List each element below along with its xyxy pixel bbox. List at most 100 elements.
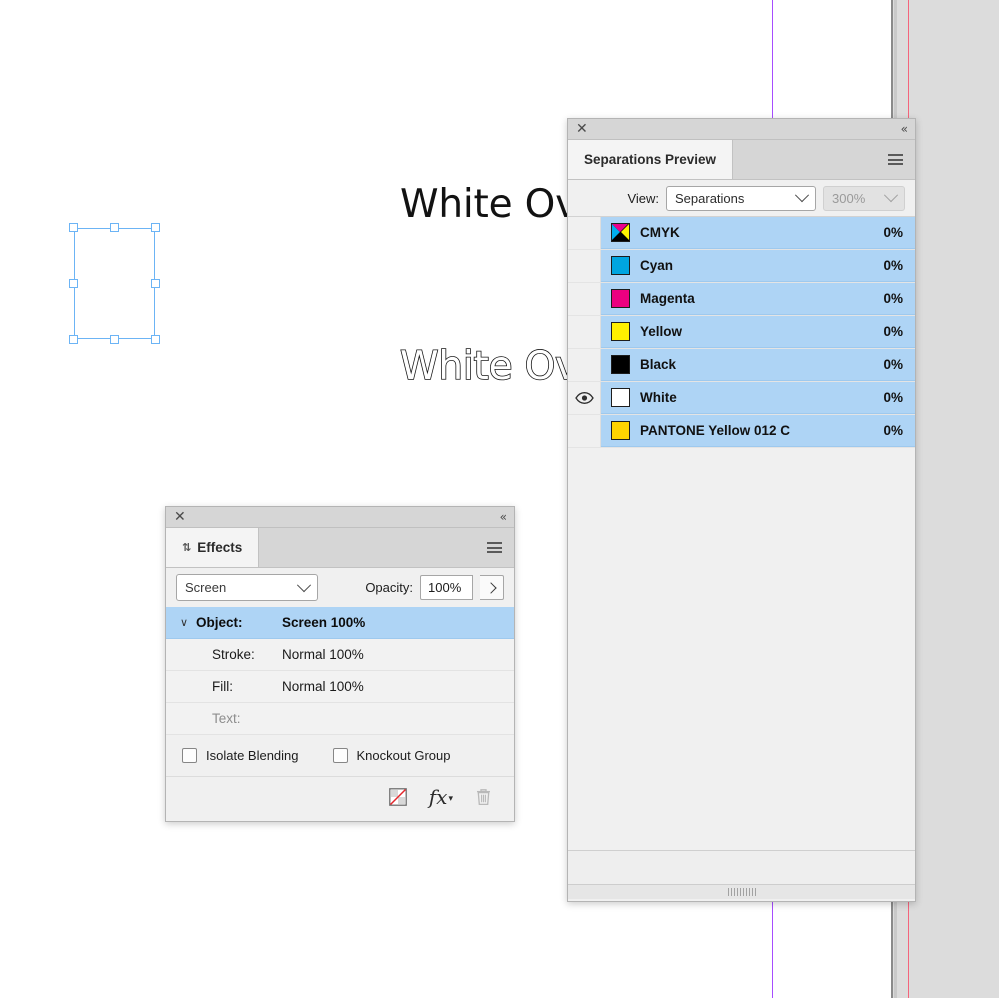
list-item[interactable]: Text: <box>166 703 514 735</box>
ink-limit-zoom-value: 300% <box>832 191 865 206</box>
level-value: Screen 100% <box>282 615 365 630</box>
ink-name: Black <box>640 357 883 372</box>
table-row[interactable]: Black 0% <box>568 349 915 382</box>
opacity-value: 100% <box>428 580 461 595</box>
visibility-toggle[interactable] <box>568 349 601 381</box>
black-swatch-icon <box>611 355 630 374</box>
panel-resize-grip[interactable] <box>568 884 915 899</box>
ink-percent: 0% <box>883 390 903 405</box>
ink-row-body[interactable]: Black 0% <box>601 349 915 381</box>
effects-level-list[interactable]: ∨ Object: Screen 100% Stroke: Normal 100… <box>166 607 514 735</box>
table-row[interactable]: Magenta 0% <box>568 283 915 316</box>
artboard-text-outline[interactable]: White Ov <box>400 344 578 389</box>
chevron-down-icon[interactable]: ∨ <box>180 616 196 629</box>
list-item[interactable]: ∨ Object: Screen 100% <box>166 607 514 639</box>
selection-bounding-box[interactable] <box>74 228 155 339</box>
isolate-blending-label: Isolate Blending <box>206 748 299 763</box>
visibility-toggle[interactable] <box>568 382 601 414</box>
checkbox-icon[interactable] <box>182 748 197 763</box>
ink-name: Yellow <box>640 324 883 339</box>
dock-arrows-icon: ⇅ <box>182 541 191 554</box>
effects-panel-menu-icon[interactable] <box>475 528 514 567</box>
eye-icon <box>575 392 594 404</box>
blend-mode-value: Screen <box>185 580 226 595</box>
selection-handle-top-right[interactable] <box>151 223 160 232</box>
visibility-toggle[interactable] <box>568 316 601 348</box>
table-row[interactable]: PANTONE Yellow 012 C 0% <box>568 415 915 448</box>
ink-limit-zoom-select: 300% <box>823 186 905 211</box>
tab-separations-preview[interactable]: Separations Preview <box>568 140 733 179</box>
blend-mode-select[interactable]: Screen <box>176 574 318 601</box>
separations-empty-area <box>568 448 915 850</box>
level-name: Stroke: <box>212 647 282 662</box>
opacity-input[interactable]: 100% <box>420 575 473 600</box>
table-row[interactable]: Yellow 0% <box>568 316 915 349</box>
visibility-toggle[interactable] <box>568 217 601 249</box>
knockout-group-label: Knockout Group <box>357 748 451 763</box>
ink-row-body[interactable]: White 0% <box>601 382 915 414</box>
selection-handle-bottom-right[interactable] <box>151 335 160 344</box>
selection-handle-middle-left[interactable] <box>69 279 78 288</box>
ink-name: White <box>640 390 883 405</box>
view-mode-select[interactable]: Separations <box>666 186 816 211</box>
chevron-down-icon <box>297 578 311 592</box>
view-mode-value: Separations <box>675 191 744 206</box>
knockout-group-checkbox[interactable]: Knockout Group <box>333 748 451 763</box>
chevron-down-icon <box>884 188 898 202</box>
close-icon[interactable]: ✕ <box>174 510 186 524</box>
level-name: Fill: <box>212 679 282 694</box>
magenta-swatch-icon <box>611 289 630 308</box>
effects-panel[interactable]: ✕ « ⇅ Effects Screen Opacity: 100% ∨ <box>165 506 515 822</box>
opacity-control-group: Opacity: 100% <box>365 575 504 600</box>
view-label: View: <box>627 191 659 206</box>
tab-separations-preview-label: Separations Preview <box>584 152 716 167</box>
ink-percent: 0% <box>883 357 903 372</box>
separations-preview-panel[interactable]: ✕ « Separations Preview View: Separation… <box>567 118 916 902</box>
list-item[interactable]: Stroke: Normal 100% <box>166 639 514 671</box>
clear-effects-icon[interactable] <box>389 788 407 806</box>
ink-name: Cyan <box>640 258 883 273</box>
separations-panel-tabstrip: Separations Preview <box>568 140 915 180</box>
ink-row-body[interactable]: PANTONE Yellow 012 C 0% <box>601 415 915 447</box>
table-row[interactable]: CMYK 0% <box>568 217 915 250</box>
tab-effects[interactable]: ⇅ Effects <box>166 528 259 567</box>
level-name: Object: <box>196 615 282 630</box>
ink-row-body[interactable]: Magenta 0% <box>601 283 915 315</box>
opacity-label: Opacity: <box>365 580 413 595</box>
collapse-icon[interactable]: « <box>500 510 506 524</box>
visibility-toggle[interactable] <box>568 283 601 315</box>
fx-menu-icon[interactable]: fx ▾ <box>429 787 453 807</box>
pantone-swatch-icon <box>611 421 630 440</box>
list-item[interactable]: Fill: Normal 100% <box>166 671 514 703</box>
chevron-down-icon <box>795 188 809 202</box>
table-row[interactable]: White 0% <box>568 382 915 415</box>
separations-panel-menu-icon[interactable] <box>876 140 915 179</box>
ink-row-body[interactable]: Yellow 0% <box>601 316 915 348</box>
separations-ink-list[interactable]: CMYK 0% Cyan 0% Magenta 0% Ye <box>568 216 915 448</box>
collapse-icon[interactable]: « <box>901 122 907 136</box>
table-row[interactable]: Cyan 0% <box>568 250 915 283</box>
selection-handle-bottom-left[interactable] <box>69 335 78 344</box>
artboard-text-solid[interactable]: White Ov <box>400 182 578 227</box>
close-icon[interactable]: ✕ <box>576 122 588 136</box>
opacity-stepper-button[interactable] <box>480 575 504 600</box>
selection-handle-top-center[interactable] <box>110 223 119 232</box>
selection-handle-middle-right[interactable] <box>151 279 160 288</box>
separations-view-controls: View: Separations 300% <box>568 180 915 216</box>
effects-blend-controls: Screen Opacity: 100% <box>166 568 514 607</box>
level-value: Normal 100% <box>282 679 364 694</box>
selection-handle-bottom-center[interactable] <box>110 335 119 344</box>
cyan-swatch-icon <box>611 256 630 275</box>
checkbox-icon[interactable] <box>333 748 348 763</box>
separations-panel-titlebar[interactable]: ✕ « <box>568 119 915 140</box>
visibility-toggle[interactable] <box>568 250 601 282</box>
ink-row-body[interactable]: Cyan 0% <box>601 250 915 282</box>
separations-panel-footer <box>568 850 915 884</box>
ink-row-body[interactable]: CMYK 0% <box>601 217 915 249</box>
ink-name: PANTONE Yellow 012 C <box>640 423 883 438</box>
effects-panel-titlebar[interactable]: ✕ « <box>166 507 514 528</box>
selection-handle-top-left[interactable] <box>69 223 78 232</box>
visibility-toggle[interactable] <box>568 415 601 447</box>
isolate-blending-checkbox[interactable]: Isolate Blending <box>182 748 299 763</box>
effects-panel-toolbar: fx ▾ <box>166 777 514 817</box>
